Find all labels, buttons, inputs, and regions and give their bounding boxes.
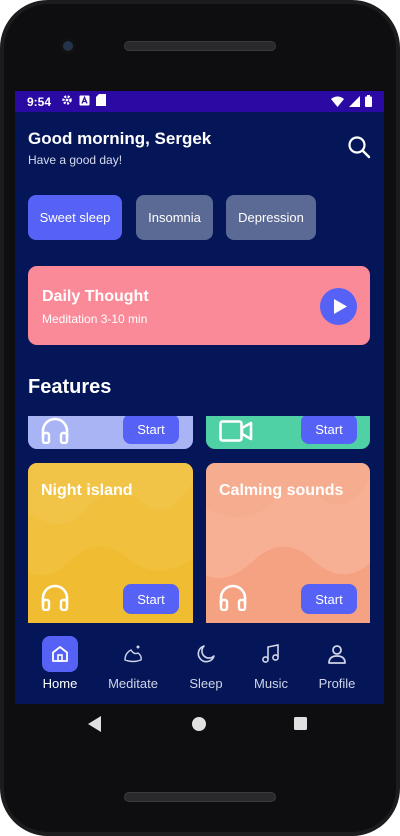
- app-screen: 9:54 Good morning, Sergek Have a good da…: [15, 91, 384, 704]
- card-title: Calming sounds: [219, 482, 344, 499]
- person-icon: [328, 645, 346, 664]
- a-notification-icon: [79, 95, 90, 105]
- features-grid: Start Start Night island Start Calming s…: [15, 416, 384, 623]
- battery-icon: [365, 95, 372, 107]
- features-heading: Features: [28, 376, 112, 398]
- status-icons-left: [61, 94, 106, 106]
- greeting-subtitle: Have a good day!: [28, 153, 123, 167]
- meditate-icon: [124, 645, 142, 663]
- video-camera-icon: [219, 420, 253, 442]
- start-button[interactable]: Start: [301, 584, 357, 614]
- recents-icon[interactable]: [294, 717, 307, 730]
- nav-label: Profile: [318, 676, 356, 691]
- nav-item-profile[interactable]: Profile: [305, 636, 369, 691]
- feature-card-night-island[interactable]: Night island Start: [28, 463, 193, 623]
- nav-label: Music: [254, 676, 288, 691]
- feature-card[interactable]: Start: [28, 416, 193, 449]
- chip-label: Insomnia: [148, 210, 201, 225]
- nav-item-music[interactable]: Music: [239, 636, 303, 691]
- daily-thought-card[interactable]: Daily Thought Meditation 3-10 min: [28, 266, 370, 345]
- chip-depression[interactable]: Depression: [226, 195, 316, 240]
- nav-item-meditate[interactable]: Meditate: [101, 636, 165, 691]
- daily-thought-subtitle: Meditation 3-10 min: [42, 312, 148, 326]
- moon-icon: [197, 645, 215, 663]
- status-time: 9:54: [27, 95, 52, 109]
- chip-insomnia[interactable]: Insomnia: [136, 195, 213, 240]
- start-button[interactable]: Start: [301, 416, 357, 444]
- nav-item-home[interactable]: Home: [28, 636, 92, 691]
- bottom-speaker: [124, 792, 276, 802]
- feature-card[interactable]: Start: [206, 416, 370, 449]
- status-bar: 9:54: [15, 91, 384, 112]
- chip-label: Sweet sleep: [39, 210, 111, 225]
- start-label: Start: [137, 421, 165, 437]
- home-circle-icon[interactable]: [192, 717, 206, 731]
- chip-sweet-sleep[interactable]: Sweet sleep: [28, 195, 122, 240]
- nav-label: Meditate: [108, 676, 158, 691]
- start-button[interactable]: Start: [123, 584, 179, 614]
- nav-icon-container: [319, 636, 355, 672]
- wifi-icon: [331, 96, 344, 107]
- back-icon[interactable]: [88, 716, 102, 732]
- chip-label: Depression: [238, 210, 304, 225]
- feature-card-calming-sounds[interactable]: Calming sounds Start: [206, 463, 370, 623]
- signal-icon: [349, 95, 360, 107]
- nav-icon-container: [115, 636, 151, 672]
- system-navigation-bar: [15, 704, 384, 744]
- start-button[interactable]: Start: [123, 416, 179, 444]
- sd-card-icon: [96, 94, 106, 106]
- bottom-navigation: Home Meditate Sleep Music Profile: [15, 623, 384, 704]
- daily-thought-title: Daily Thought: [42, 288, 149, 305]
- status-icons-right: [331, 95, 372, 107]
- music-note-icon: [262, 644, 279, 663]
- top-speaker: [124, 41, 276, 51]
- front-camera: [60, 38, 76, 54]
- headphones-icon: [41, 417, 69, 444]
- start-label: Start: [137, 591, 165, 607]
- play-icon: [334, 299, 347, 314]
- nav-icon-container: [253, 636, 289, 672]
- start-label: Start: [315, 421, 343, 437]
- search-icon[interactable]: [347, 135, 371, 159]
- start-label: Start: [315, 591, 343, 607]
- play-button[interactable]: [320, 288, 357, 325]
- greeting-title: Good morning, Sergek: [28, 129, 212, 148]
- card-title: Night island: [41, 482, 133, 499]
- headphones-icon: [219, 584, 247, 611]
- nav-item-sleep[interactable]: Sleep: [174, 636, 238, 691]
- nav-label: Sleep: [189, 676, 223, 691]
- settings-gear-icon: [62, 95, 72, 105]
- nav-label: Home: [42, 676, 78, 691]
- home-icon: [52, 646, 68, 662]
- phone-frame: 9:54 Good morning, Sergek Have a good da…: [0, 0, 400, 836]
- headphones-icon: [41, 584, 69, 611]
- nav-icon-container: [42, 636, 78, 672]
- nav-icon-container: [188, 636, 224, 672]
